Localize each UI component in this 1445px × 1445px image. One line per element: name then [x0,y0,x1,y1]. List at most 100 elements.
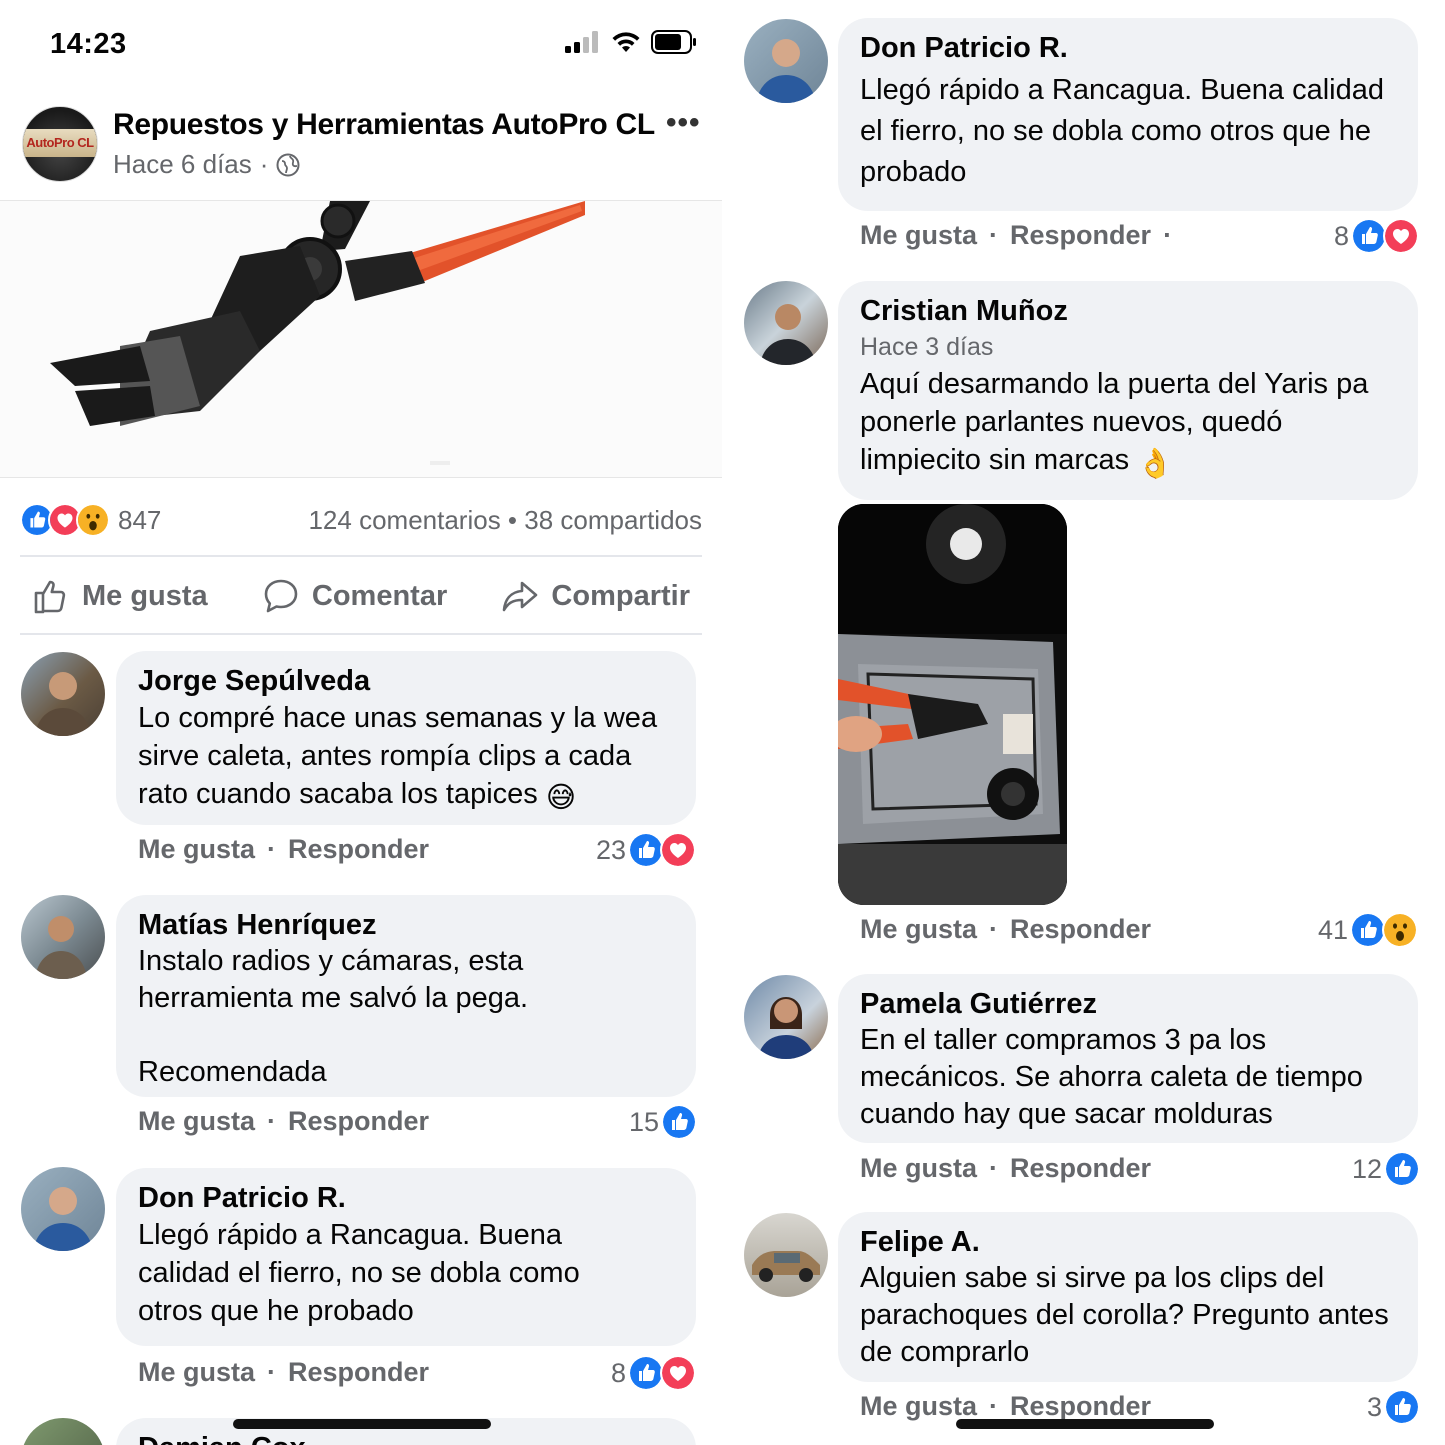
comment-text: Llegó rápido a Rancagua. Buena calidad e… [138,1219,580,1327]
comment-photo[interactable] [838,504,1067,905]
like-reaction-icon [1351,218,1388,254]
comment-text: Lo compré hace unas semanas y la wea sir… [138,699,674,817]
like-label: Me gusta [82,579,208,612]
comment-actions: Me gusta · Responder [860,914,1152,945]
comment-like-button[interactable]: Me gusta [138,1357,255,1388]
comment-author[interactable]: Don Patricio R. [860,30,1396,66]
comment-text: Instalo radios y cámaras, esta herramien… [138,945,529,1088]
comment-actions: Me gusta · Responder [138,834,430,865]
reaction-count[interactable]: 847 [118,505,161,536]
status-time: 14:23 [50,28,127,60]
share-button[interactable]: Compartir [501,577,690,615]
reaction-count: 3 [1367,1391,1383,1422]
comment-author[interactable]: Pamela Gutiérrez [860,986,1396,1022]
avatar[interactable] [21,652,105,736]
reaction-count: 23 [596,834,627,865]
like-reaction-icon [1350,912,1387,948]
thumbs-up-icon [34,580,66,614]
comment-bubble: Don Patricio R. Llegó rápido a Rancagua.… [838,18,1418,211]
comment-reply-button[interactable]: Responder [1010,220,1151,251]
page-name[interactable]: Repuestos y Herramientas AutoPro CL [113,108,655,142]
comments-column: Don Patricio R. Llegó rápido a Rancagua.… [722,0,1445,1445]
avatar[interactable] [744,975,828,1059]
comment-reply-button[interactable]: Responder [288,1357,429,1388]
post-image[interactable] [0,200,722,478]
reaction-count: 8 [611,1357,627,1388]
comment-like-button[interactable]: Me gusta [138,834,255,865]
share-label: Compartir [551,579,690,612]
comment-actions: Me gusta · Responder [860,1153,1152,1184]
comment-bubble: Cristian Muñoz Hace 3 días Aquí desarman… [838,281,1418,500]
comment-reactions[interactable]: 8 [1334,218,1420,254]
comment-bubble: Don Patricio R. Llegó rápido a Rancagua.… [116,1168,696,1346]
comment-actions: Me gusta · Responder [138,1106,430,1137]
comment-reply-button[interactable]: Responder [1010,914,1151,945]
comment-like-button[interactable]: Me gusta [860,1391,977,1422]
like-reaction-icon [1384,1389,1421,1425]
comment-actions: Me gusta · Responder [860,1391,1152,1422]
comment-reply-button[interactable]: Responder [1010,1153,1151,1184]
comment-reply-button[interactable]: Responder [1010,1391,1151,1422]
comment-author[interactable]: Matías Henríquez [138,907,674,943]
avatar[interactable] [21,1167,105,1251]
comment-author[interactable]: Cristian Muñoz [860,293,1396,329]
avatar[interactable] [21,1418,105,1445]
comment-text: Llegó rápido a Rancagua. Buena calidad e… [860,74,1385,188]
like-reaction-icon [661,1104,698,1140]
comment-button[interactable]: Comentar [262,577,447,615]
globe-icon [276,153,300,176]
comments-shares-count[interactable]: 124 comentarios • 38 compartidos [308,505,702,536]
like-reaction-icon [628,832,665,868]
comment-reactions[interactable]: 3 [1367,1389,1421,1425]
comment-label: Comentar [311,579,448,612]
comment-reactions[interactable]: 8 [611,1355,697,1391]
share-icon [503,581,538,612]
wow-reaction-icon [1382,912,1419,948]
comment-like-button[interactable]: Me gusta [860,914,977,945]
page-avatar[interactable]: AutoPro CL [22,106,98,182]
comment-icon [264,579,298,613]
love-reaction-icon [660,832,697,868]
comment-reactions[interactable]: 41 [1318,912,1419,948]
reaction-stack [20,503,110,537]
love-reaction-icon [660,1355,697,1391]
post-column: 14:23 AutoPro CL Repuestos y Herramienta… [0,0,722,1445]
love-reaction-icon [1383,218,1420,254]
more-icon[interactable]: ••• [666,106,701,140]
comment-reply-button[interactable]: Responder [288,1106,429,1137]
comment-bubble: Pamela Gutiérrez En el taller compramos … [838,974,1418,1143]
like-reaction-icon [628,1355,665,1391]
comment-like-button[interactable]: Me gusta [860,220,977,251]
reaction-count: 12 [1352,1153,1383,1184]
home-indicator[interactable] [956,1419,1214,1429]
comment-actions: Me gusta · Responder [138,1357,430,1388]
comment-reactions[interactable]: 23 [596,832,697,868]
reaction-summary[interactable]: 847 124 comentarios • 38 compartidos [20,500,702,540]
home-indicator[interactable] [233,1419,491,1429]
comment-bubble: Jorge Sepúlveda Lo compré hace unas sema… [116,651,696,825]
comment-text: Alguien sabe si sirve pa los clips del p… [860,1262,1389,1368]
comment-reply-button[interactable]: Responder [288,834,429,865]
avatar[interactable] [744,281,828,365]
reaction-count: 15 [629,1106,660,1137]
comment-reactions[interactable]: 15 [629,1104,698,1140]
comment-actions: Me gusta · Responder · [860,220,1173,251]
grinning-sweat-emoji: 😅 [545,782,577,814]
post-time[interactable]: Hace 6 días [113,149,252,180]
comment-author[interactable]: Jorge Sepúlveda [138,663,674,699]
comment-author[interactable]: Damian Cox [138,1430,674,1445]
battery-icon [651,30,696,54]
comment-like-button[interactable]: Me gusta [860,1153,977,1184]
post-meta: Hace 6 días · [113,149,300,180]
meta-separator: · [259,149,269,179]
comment-author[interactable]: Don Patricio R. [138,1180,674,1216]
avatar[interactable] [21,895,105,979]
avatar[interactable] [744,1213,828,1297]
comment-like-button[interactable]: Me gusta [138,1106,255,1137]
divider [20,633,702,635]
wifi-icon [612,32,640,52]
like-button[interactable]: Me gusta [32,577,208,615]
comment-reactions[interactable]: 12 [1352,1151,1421,1187]
avatar[interactable] [744,19,828,103]
comment-author[interactable]: Felipe A. [860,1224,1396,1260]
